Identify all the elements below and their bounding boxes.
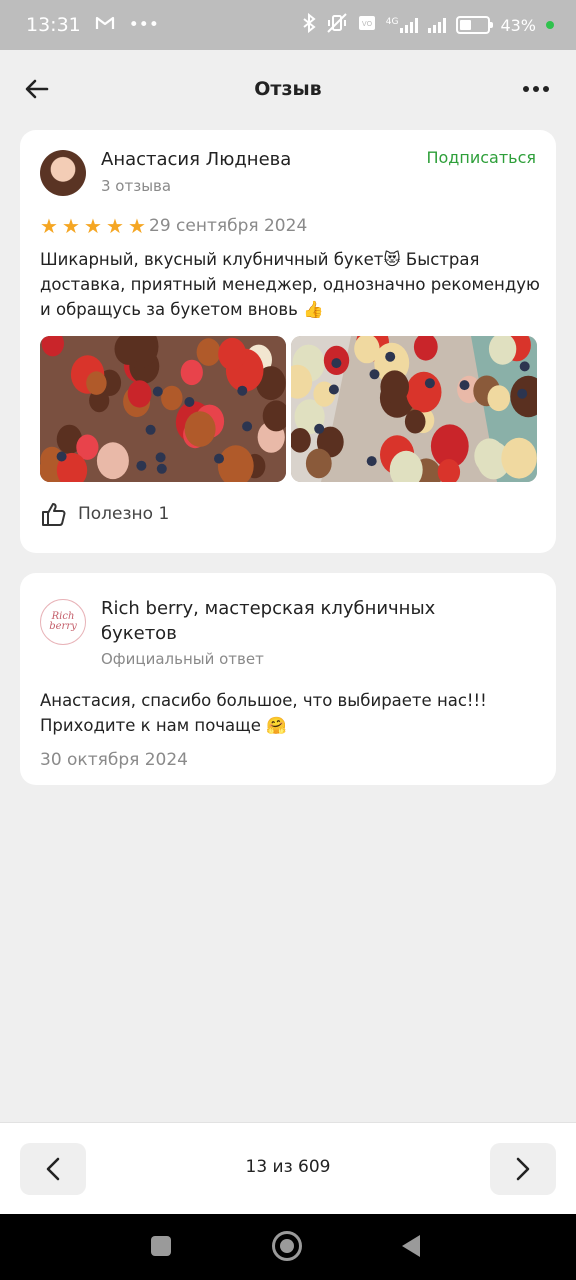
berry-shape	[305, 448, 332, 479]
blueberry-shape	[314, 423, 325, 434]
berry-shape	[180, 359, 203, 386]
status-bar: 13:31 ••• VO 4G 43%	[0, 0, 576, 50]
reply-date: 30 октября 2024	[40, 750, 189, 770]
signal-icon-1: 4G	[386, 17, 419, 33]
more-dot	[543, 86, 549, 92]
bluetooth-icon	[302, 12, 316, 37]
star-icon: ★	[84, 214, 102, 238]
more-dot	[533, 86, 539, 92]
vibrate-off-icon	[326, 13, 348, 37]
blueberry-shape	[56, 451, 67, 462]
berry-shape	[487, 385, 511, 412]
blueberry-shape	[385, 351, 396, 362]
shop-logo[interactable]: Rich berry	[40, 599, 86, 645]
review-card: Анастасия Люднева 3 отзыва Подписаться ★…	[20, 130, 556, 553]
blueberry-shape	[155, 452, 166, 463]
battery-level	[460, 20, 472, 30]
volte-icon: VO	[358, 15, 376, 35]
blueberry-shape	[152, 386, 163, 397]
star-icon: ★	[40, 214, 58, 238]
blueberry-shape	[184, 397, 195, 407]
star-icon: ★	[128, 214, 146, 238]
berry-shape	[96, 442, 129, 480]
app-bar: Отзыв	[0, 50, 576, 128]
berry-shape	[184, 411, 216, 447]
blueberry-shape	[519, 361, 530, 372]
subscribe-button[interactable]: Подписаться	[426, 148, 536, 167]
berry-shape	[127, 380, 152, 408]
system-navigation-bar	[0, 1214, 576, 1280]
more-options-button[interactable]	[516, 72, 556, 106]
battery-icon	[456, 16, 494, 34]
reply-type: Официальный ответ	[101, 650, 264, 668]
blueberry-shape	[366, 456, 377, 467]
next-review-button[interactable]	[490, 1143, 556, 1195]
more-notifications-icon: •••	[128, 14, 159, 35]
blueberry-shape	[331, 358, 342, 369]
gmail-icon	[95, 15, 115, 35]
blueberry-shape	[145, 424, 156, 435]
berry-shape	[404, 409, 426, 434]
berry-shape	[161, 385, 183, 411]
battery-percent: 43%	[500, 15, 536, 35]
blueberry-shape	[328, 384, 339, 395]
blueberry-shape	[156, 463, 167, 474]
official-reply-card: Rich berry Rich berry, мастерская клубни…	[20, 573, 556, 785]
review-pager: 13 из 609	[0, 1122, 576, 1214]
more-horizontal-icon	[523, 86, 529, 92]
network-label: 4G	[385, 17, 399, 27]
charging-dot-icon	[546, 21, 554, 29]
star-icon: ★	[62, 214, 80, 238]
blueberry-shape	[136, 460, 147, 471]
shop-logo-text: Rich berry	[49, 611, 77, 632]
berry-shape	[501, 437, 537, 479]
berry-shape	[218, 337, 247, 371]
chevron-right-icon	[516, 1157, 530, 1181]
review-photo-1[interactable]	[40, 336, 286, 482]
page-title: Отзыв	[254, 78, 322, 100]
author-name[interactable]: Анастасия Люднева	[101, 149, 291, 170]
rating-stars: ★ ★ ★ ★ ★	[40, 216, 148, 236]
reply-text: Анастасия, спасибо большое, что выбирает…	[40, 691, 487, 735]
blueberry-shape	[242, 421, 253, 432]
back-button[interactable]	[20, 72, 54, 106]
review-date: 29 сентября 2024	[149, 216, 308, 236]
berry-shape	[86, 371, 107, 395]
signal-icon-2	[428, 17, 447, 33]
useful-button[interactable]: Полезно 1	[40, 500, 169, 528]
thumbs-up-icon	[42, 503, 66, 526]
blueberry-shape	[369, 369, 380, 380]
author-avatar[interactable]	[40, 150, 86, 196]
berry-shape	[380, 370, 409, 404]
blueberry-shape	[424, 378, 435, 389]
svg-text:VO: VO	[362, 20, 373, 28]
berry-shape	[196, 338, 221, 366]
recent-apps-button[interactable]	[151, 1236, 171, 1256]
review-photo-2[interactable]	[291, 336, 537, 482]
blueberry-shape	[214, 453, 224, 464]
star-icon: ★	[106, 214, 124, 238]
arrow-left-icon	[25, 79, 49, 99]
home-button[interactable]	[272, 1231, 302, 1261]
shop-name[interactable]: Rich berry, мастерская клубничных букето…	[101, 596, 501, 646]
berry-shape	[406, 371, 442, 413]
blueberry-shape	[517, 388, 528, 399]
system-back-button[interactable]	[402, 1235, 420, 1257]
useful-label: Полезно 1	[78, 504, 170, 524]
strawberry-bouquet-photo-1	[40, 336, 286, 482]
blueberry-shape	[237, 385, 248, 396]
blueberry-shape	[459, 380, 470, 391]
author-review-count: 3 отзыва	[101, 177, 172, 195]
review-text: Шикарный, вкусный клубничный букет😻 Быст…	[40, 250, 540, 319]
strawberry-bouquet-photo-2	[291, 336, 537, 482]
status-time: 13:31	[26, 14, 81, 36]
